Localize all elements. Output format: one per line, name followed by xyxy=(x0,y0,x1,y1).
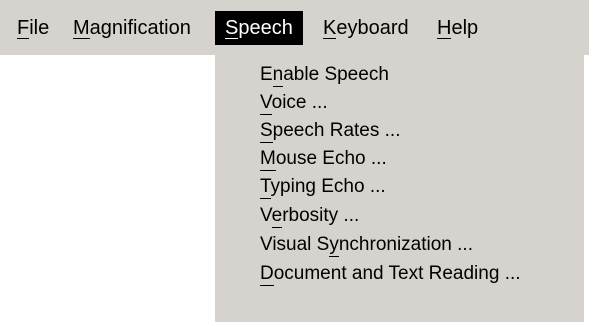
mnemonic-underline xyxy=(260,170,276,171)
menu-magnification[interactable]: Magnification xyxy=(73,11,191,45)
speech-dropdown-menu: Enable Speech Voice ... Speech Rates ...… xyxy=(215,55,584,322)
menu-item-enable-speech[interactable]: Enable Speech xyxy=(260,61,389,89)
menu-item-typing-echo[interactable]: Typing Echo ... xyxy=(260,173,386,201)
menu-file[interactable]: File xyxy=(17,11,49,45)
mnemonic-underline xyxy=(271,227,283,228)
menu-help-label: Help xyxy=(437,17,479,39)
mnemonic-underline xyxy=(323,38,337,39)
menu-item-document-and-text-reading[interactable]: Document and Text Reading ... xyxy=(260,260,521,288)
menu-item-mouse-echo[interactable]: Mouse Echo ... xyxy=(260,145,387,173)
menu-item-label: Verbosity ... xyxy=(260,205,360,228)
mnemonic-underline xyxy=(260,198,271,199)
mnemonic-underline xyxy=(260,285,274,286)
menu-speech-label: Speech xyxy=(225,17,293,39)
menu-item-visual-synchronization[interactable]: Visual Synchronization ... xyxy=(260,231,473,259)
mnemonic-underline xyxy=(73,38,90,39)
menu-item-label: Visual Synchronization ... xyxy=(260,234,473,257)
menu-bar: File Magnification Speech Keyboard Help xyxy=(0,0,589,55)
mnemonic-underline xyxy=(260,142,273,143)
menu-keyboard-label: Keyboard xyxy=(323,17,409,39)
menu-magnification-label: Magnification xyxy=(73,17,191,39)
mnemonic-underline xyxy=(329,256,339,257)
menu-file-label: File xyxy=(17,17,50,39)
menu-item-label: Document and Text Reading ... xyxy=(260,263,521,286)
menu-item-label: Mouse Echo ... xyxy=(260,148,387,171)
mnemonic-underline xyxy=(437,38,452,39)
mnemonic-underline xyxy=(17,38,30,39)
menu-speech[interactable]: Speech xyxy=(215,11,303,45)
mnemonic-underline xyxy=(260,114,272,115)
menu-item-label: Enable Speech xyxy=(260,64,389,87)
menu-item-voice[interactable]: Voice ... xyxy=(260,89,328,117)
menu-item-verbosity[interactable]: Verbosity ... xyxy=(260,202,359,230)
menu-item-label: Voice ... xyxy=(260,92,328,115)
menu-item-label: Typing Echo ... xyxy=(260,176,386,199)
menu-keyboard[interactable]: Keyboard xyxy=(323,11,409,45)
mnemonic-underline xyxy=(272,86,284,87)
menu-item-label: Speech Rates ... xyxy=(260,120,401,143)
mnemonic-underline xyxy=(225,38,239,39)
menu-item-speech-rates[interactable]: Speech Rates ... xyxy=(260,117,400,145)
menu-help[interactable]: Help xyxy=(437,11,478,45)
